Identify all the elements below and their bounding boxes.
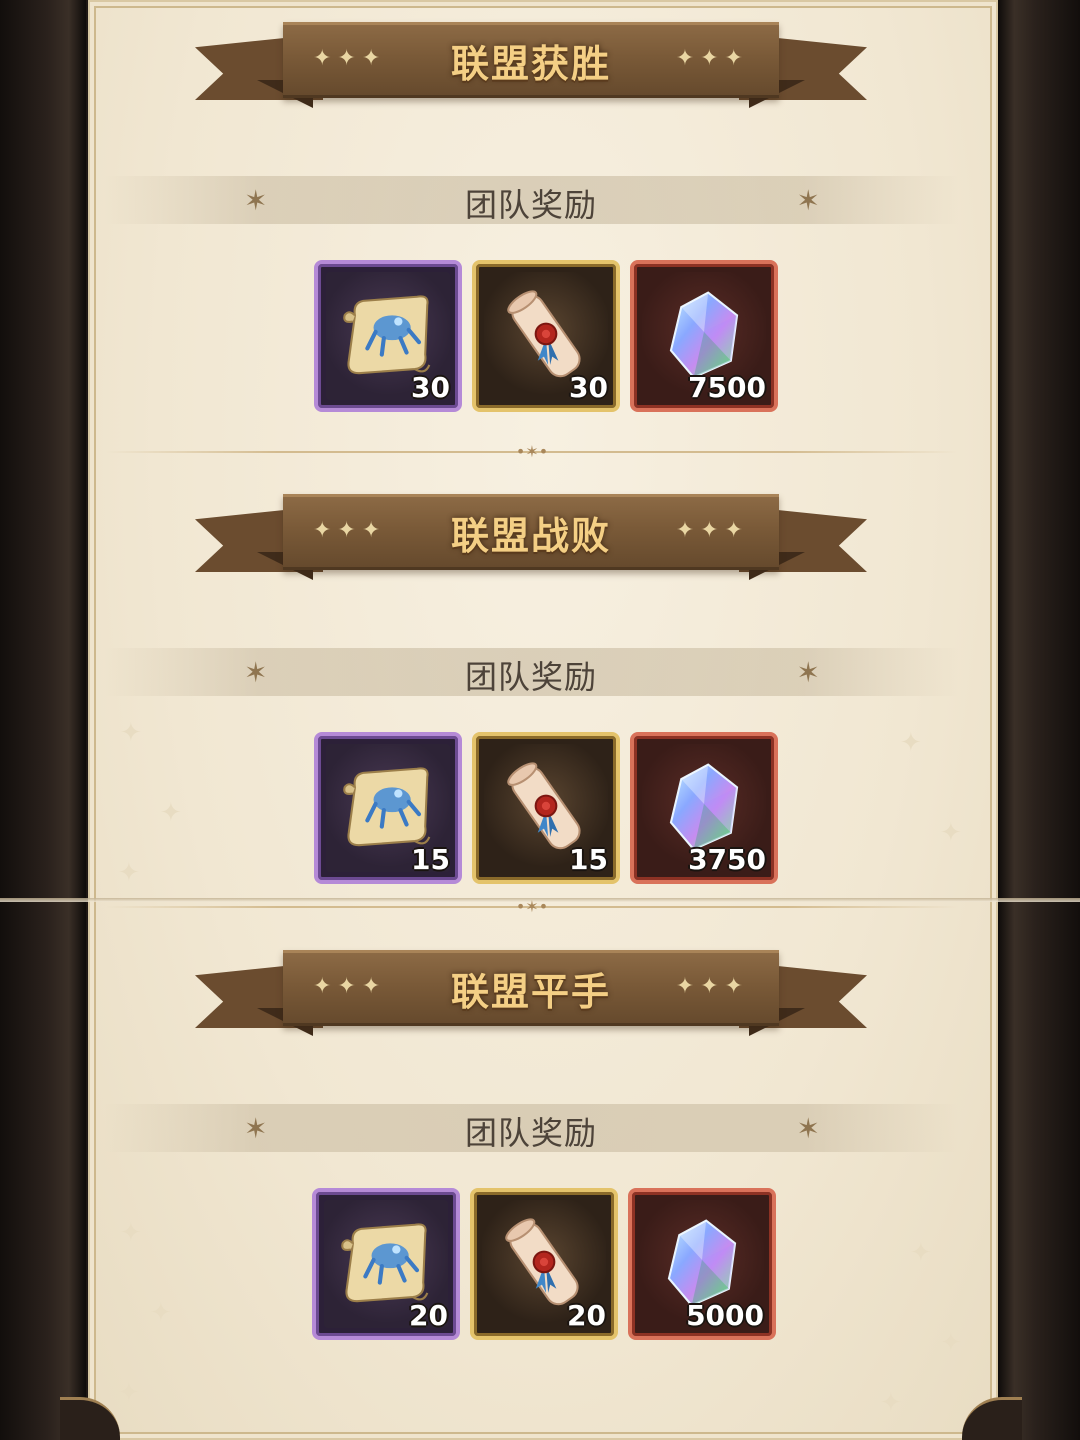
reward-slot-crystal[interactable]: 7500 (630, 260, 778, 412)
reward-slot-blueprint[interactable]: 30 (314, 260, 462, 412)
stars-icon: ✦✦✦ (313, 974, 387, 999)
reward-count: 20 (409, 1299, 448, 1332)
reward-slot-letter[interactable]: 20 (470, 1188, 618, 1340)
alliance-victory-section: ✦✦✦ 联盟获胜 ✦✦✦ ✶ 团队奖励 ✶ 30 30 7500 (0, 0, 1080, 440)
stars-icon: ✦✦✦ (313, 46, 387, 71)
star-icon: ✶ (796, 656, 820, 689)
star-icon: ✶ (796, 1112, 820, 1145)
stars-icon: ✦✦✦ (675, 46, 749, 71)
section-title: 联盟战败 (450, 513, 611, 558)
stars-icon: ✦✦✦ (675, 518, 749, 543)
star-icon: ✶ (796, 184, 820, 217)
team-reward-header: ✶ 团队奖励 ✶ (104, 648, 958, 696)
team-reward-label: 团队奖励 (464, 1114, 597, 1152)
reward-slot-letter[interactable]: 15 (472, 732, 620, 884)
section-banner: ✦✦✦ 联盟平手 ✦✦✦ (195, 950, 867, 1042)
reward-slot-blueprint[interactable]: 15 (314, 732, 462, 884)
reward-count: 20 (567, 1299, 606, 1332)
reward-slot-crystal[interactable]: 3750 (630, 732, 778, 884)
alliance-defeat-section: ✦✦✦ 联盟战败 ✦✦✦ ✶ 团队奖励 ✶ 15 15 3750 (0, 472, 1080, 912)
reward-slot-letter[interactable]: 30 (472, 260, 620, 412)
reward-count: 30 (411, 371, 450, 404)
reward-count: 15 (411, 843, 450, 876)
reward-count: 5000 (686, 1299, 764, 1332)
team-reward-label: 团队奖励 (464, 658, 597, 696)
sparkle-decoration: ✦ (118, 1378, 140, 1408)
section-title: 联盟平手 (450, 969, 611, 1014)
section-banner: ✦✦✦ 联盟获胜 ✦✦✦ (195, 22, 867, 114)
divider-ornament-icon: •✶• (515, 442, 549, 461)
section-banner: ✦✦✦ 联盟战败 ✦✦✦ (195, 494, 867, 586)
ribbon-center: ✦✦✦ 联盟战败 ✦✦✦ (283, 494, 779, 570)
reward-count: 7500 (688, 371, 766, 404)
stars-icon: ✦✦✦ (675, 974, 749, 999)
reward-slot-crystal[interactable]: 5000 (628, 1188, 776, 1340)
reward-count: 15 (569, 843, 608, 876)
stars-icon: ✦✦✦ (313, 518, 387, 543)
team-reward-header: ✶ 团队奖励 ✶ (104, 176, 958, 224)
reward-count: 3750 (688, 843, 766, 876)
section-title: 联盟获胜 (450, 41, 611, 86)
divider-ornament-icon: •✶• (515, 897, 549, 916)
team-reward-header: ✶ 团队奖励 ✶ (104, 1104, 958, 1152)
reward-slot-blueprint[interactable]: 20 (312, 1188, 460, 1340)
reward-count: 30 (569, 371, 608, 404)
team-reward-label: 团队奖励 (464, 186, 597, 224)
alliance-draw-section: ✦✦✦ 联盟平手 ✦✦✦ ✶ 团队奖励 ✶ 20 20 5000 (0, 928, 1080, 1368)
ribbon-center: ✦✦✦ 联盟平手 ✦✦✦ (283, 950, 779, 1026)
ribbon-center: ✦✦✦ 联盟获胜 ✦✦✦ (283, 22, 779, 98)
sparkle-decoration: ✦ (880, 1388, 902, 1418)
